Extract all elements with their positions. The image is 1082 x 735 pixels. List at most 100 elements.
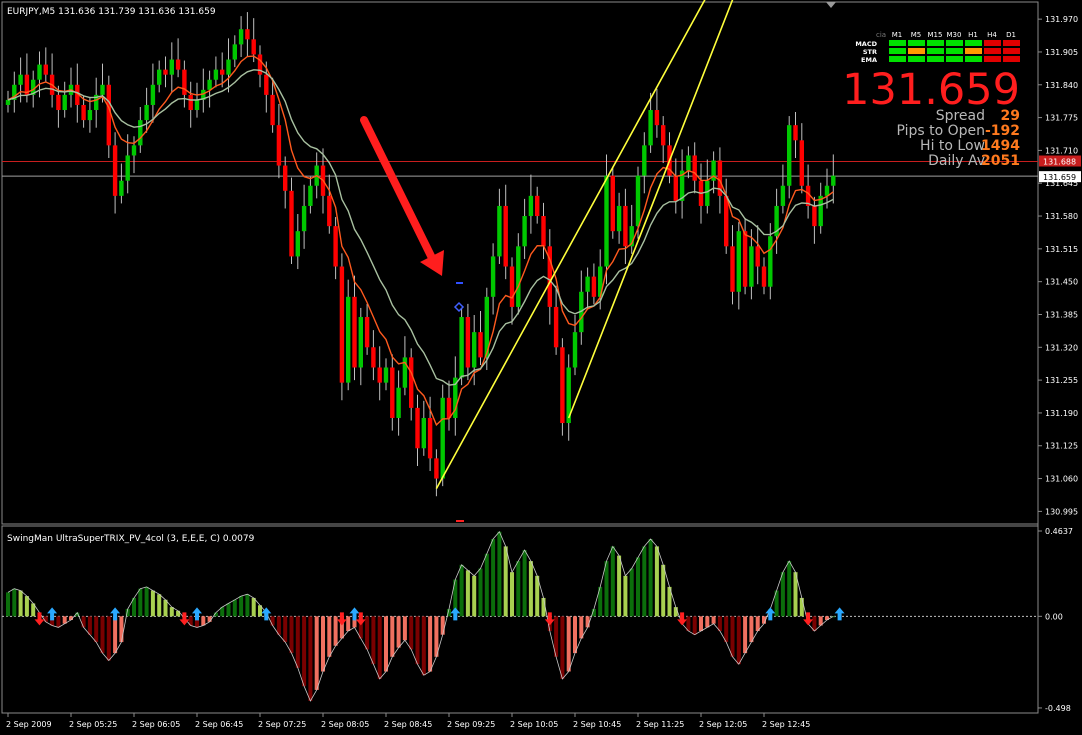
candle [793,112,798,158]
signal-cell [927,40,944,46]
histogram-bar [94,616,99,643]
candle-body [705,180,710,206]
histogram-bar [654,546,659,617]
histogram-bar [472,575,477,617]
histogram-bar [169,607,174,617]
candle [112,132,118,214]
histogram-bar [176,610,181,617]
candle-body [62,94,67,111]
signal-cell [984,40,1001,46]
candle [163,56,168,88]
histogram-bar [705,616,710,628]
candle-body [220,69,225,75]
candle [327,174,332,234]
signal-dashboard: cia M1 M5 M15 M30 H1 H4 D1 MACDSTREMA [855,31,1020,64]
candle-body [465,317,471,368]
histogram-bar [484,553,489,617]
histogram-bar [295,616,300,668]
price-axis: 131.970 131.905 131.840 131.775 131.710 131.6… [1038,15,1078,516]
candle-body [572,332,578,368]
histogram-bar [610,546,615,617]
candle-body [270,94,275,126]
candle [446,380,452,431]
time-tick-label: 2 Sep 10:05 [510,720,558,729]
signal-cell [908,48,925,54]
price-tick-label: 131.450 [1045,278,1078,287]
chart-canvas[interactable]: 131.970131.905131.840131.775131.710131.6… [0,0,1082,735]
histogram-bar [157,594,162,617]
candle-body [686,155,691,171]
signal-cell [889,48,906,54]
stat-label: Pips to Open [896,123,985,139]
histogram-bar [510,572,514,617]
candle-body [106,84,111,146]
candle-body [264,74,269,95]
candle [138,106,143,153]
candle-body [591,276,597,297]
candle [585,267,590,310]
candle-body [131,145,137,156]
trend-channel[interactable] [435,0,738,490]
histogram-bar [245,594,250,617]
histogram-bar [730,616,735,657]
candle [566,354,571,441]
time-tick-label: 2 Sep 07:25 [258,720,306,729]
candle-body [175,59,181,70]
stat-value: -192 [985,123,1020,139]
candle-body [119,180,124,196]
indicator-tick-label: 0.00 [1045,612,1063,621]
time-tick-label: 2 Sep 10:45 [573,720,621,729]
candle [434,449,439,497]
histogram-bar [579,616,584,639]
candle [497,188,502,264]
candle [169,42,174,93]
candle [396,370,401,436]
candle [818,182,823,234]
shift-marker-icon[interactable] [826,2,836,8]
price-tick-label: 131.840 [1045,81,1078,90]
candle [5,90,11,113]
candle-body [283,165,288,191]
candle [106,75,111,158]
histogram-bar [119,616,124,643]
histogram-bar [302,616,307,687]
stat-label: Spread [936,108,985,124]
candle [774,188,779,254]
candle-body [213,69,219,80]
stat-value: 1494 [981,138,1020,154]
candle [761,257,767,295]
histogram-bar [787,561,792,617]
candle [654,88,660,138]
price-tick-label: 130.995 [1045,507,1078,516]
candle [49,53,55,108]
candle-body [409,357,414,408]
signal-cell [965,40,982,46]
candle-body [232,44,237,60]
price-tick-label: 131.255 [1045,376,1078,385]
histogram-bar [6,592,10,617]
candle [535,186,540,224]
candle-body [339,266,345,383]
candle-body [5,99,11,105]
timeframe-label: M15 [928,31,943,39]
candle-body [333,226,338,267]
candle [358,307,363,386]
candle [175,38,181,78]
candle [119,163,124,204]
down-arrow-icon [355,612,366,626]
histogram-bar [144,586,149,617]
candle [150,63,156,123]
histogram-bar [749,616,754,643]
candle-body [415,407,420,449]
down-arrow-icon [803,612,814,626]
histogram-bar [799,597,804,617]
candle [679,149,685,219]
candle-body [661,125,666,146]
histogram-bar [736,616,741,665]
time-tick-label: 2 Sep 06:45 [195,720,243,729]
histogram-bar [629,568,634,617]
candle-body [138,120,143,146]
histogram-bar [113,616,118,654]
annotation-arrow[interactable] [360,116,444,276]
candle-body [383,367,389,383]
